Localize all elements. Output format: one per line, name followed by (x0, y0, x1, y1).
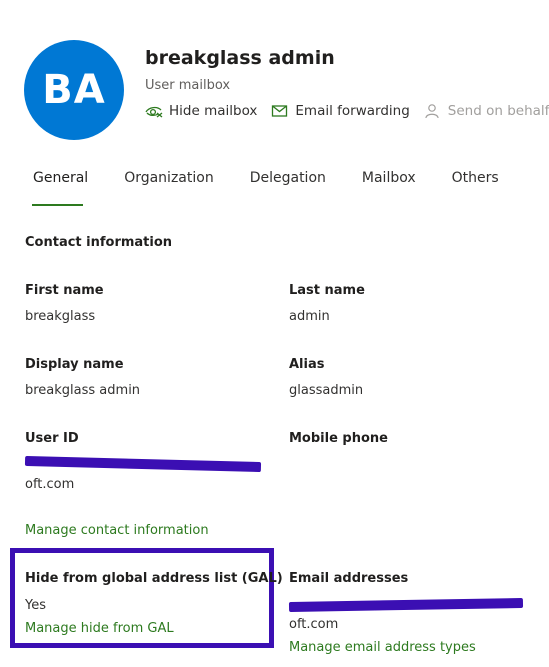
last-name-value: admin (289, 309, 330, 324)
tab-organization[interactable]: Organization (124, 170, 223, 186)
send-on-behalf-label: Send on behalf (447, 103, 549, 119)
tab-general[interactable]: General (25, 170, 97, 206)
tab-others[interactable]: Others (452, 170, 508, 186)
tab-delegation[interactable]: Delegation (250, 170, 335, 186)
send-on-behalf-button[interactable]: Send on behalf (424, 103, 549, 119)
avatar: BA (24, 40, 124, 140)
email-value: oft.com (289, 617, 339, 632)
manage-hide-from-gal-link[interactable]: Manage hide from GAL (25, 621, 174, 636)
tab-mailbox[interactable]: Mailbox (362, 170, 425, 186)
email-forwarding-button[interactable]: Email forwarding (271, 103, 410, 119)
mail-forward-icon (272, 105, 288, 117)
mailbox-type: User mailbox (145, 78, 231, 93)
user-id-label: User ID (25, 431, 79, 446)
display-name-value: breakglass admin (25, 383, 141, 398)
manage-contact-information-link[interactable]: Manage contact information (25, 523, 209, 538)
email-addresses-label: Email addresses (289, 571, 409, 586)
user-id-redaction (24, 455, 262, 473)
user-id-value: oft.com (25, 477, 75, 492)
action-bar: Hide mailbox Email forwarding Send on be… (145, 103, 549, 119)
last-name-label: Last name (289, 283, 365, 298)
contact-information-heading: Contact information (25, 235, 173, 250)
hide-mailbox-label: Hide mailbox (169, 103, 258, 119)
mobile-phone-label: Mobile phone (289, 431, 388, 446)
person-icon (425, 104, 439, 119)
alias-label: Alias (289, 357, 325, 372)
gal-value: Yes (25, 598, 46, 613)
email-forwarding-label: Email forwarding (295, 103, 410, 119)
hide-mailbox-button[interactable]: Hide mailbox (145, 103, 257, 119)
first-name-value: breakglass (25, 309, 96, 324)
email-redaction (288, 597, 524, 613)
alias-value: glassadmin (289, 383, 364, 398)
first-name-label: First name (25, 283, 104, 298)
eye-hide-icon (145, 106, 163, 118)
gal-label: Hide from global address list (GAL) (25, 571, 283, 586)
tab-bar: General Organization Delegation Mailbox … (25, 170, 535, 206)
display-name-label: Display name (25, 357, 124, 372)
page-title: breakglass admin (145, 47, 335, 69)
avatar-initials: BA (42, 67, 106, 113)
manage-email-address-types-link[interactable]: Manage email address types (289, 640, 476, 655)
